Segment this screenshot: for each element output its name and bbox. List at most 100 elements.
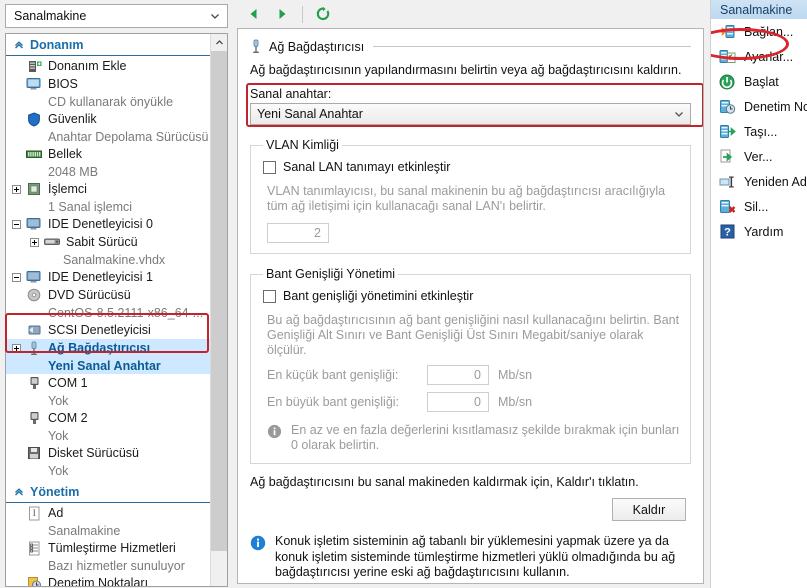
min-bandwidth-unit: Mb/sn bbox=[498, 368, 533, 382]
remove-button-row: Kaldır bbox=[250, 498, 691, 521]
vm-selector-combobox[interactable]: Sanalmakine bbox=[5, 4, 228, 28]
tree-item-label: Donanım Ekle bbox=[48, 59, 127, 73]
vlan-enable-checkbox[interactable] bbox=[263, 160, 276, 174]
tree-item-sublabel: Bazı hizmetler sunuluyor bbox=[48, 558, 185, 573]
vlan-group: VLAN Kimliği Sanal LAN tanımayı etkinleş… bbox=[250, 138, 691, 254]
expander-toggle[interactable] bbox=[28, 236, 41, 249]
max-bandwidth-row: En büyük bant genişliği: 0 Mb/sn bbox=[267, 392, 680, 412]
help-icon: ? bbox=[718, 223, 736, 240]
expander-toggle[interactable] bbox=[10, 271, 23, 284]
controller-icon bbox=[25, 269, 43, 285]
add-hardware-icon bbox=[25, 58, 43, 74]
com-port-icon bbox=[25, 410, 43, 426]
action-connect[interactable]: Bağlan... bbox=[711, 19, 807, 44]
tree-item-integration-services[interactable]: Tümleştirme Hizmetleri bbox=[6, 539, 213, 557]
start-icon bbox=[718, 73, 736, 90]
section-header-management[interactable]: Yönetim bbox=[6, 481, 213, 503]
legacy-adapter-note-text: Konuk işletim sisteminin ağ tabanlı bir … bbox=[275, 534, 676, 579]
min-bandwidth-input[interactable]: 0 bbox=[427, 365, 489, 385]
min-bandwidth-value: 0 bbox=[474, 368, 481, 382]
connect-icon bbox=[718, 23, 736, 40]
bandwidth-help-text: Bu ağ bağdaştırıcısının ağ bant genişliğ… bbox=[267, 313, 680, 357]
scrollbar-thumb[interactable] bbox=[211, 51, 227, 551]
vlan-enable-label: Sanal LAN tanımayı etkinleştir bbox=[283, 160, 451, 174]
scroll-up-button[interactable] bbox=[211, 34, 227, 51]
max-bandwidth-unit: Mb/sn bbox=[498, 395, 533, 409]
controller-icon bbox=[25, 216, 43, 232]
tree-item-add-hardware[interactable]: Donanım Ekle bbox=[6, 57, 213, 75]
tree-item-label: IDE Denetleyicisi 1 bbox=[48, 270, 153, 284]
settings-main-panel: Ağ Bağdaştırıcısı Ağ bağdaştırıcısının y… bbox=[233, 0, 710, 588]
vlan-id-input[interactable]: 2 bbox=[267, 223, 329, 243]
action-settings[interactable]: Ayarlar... bbox=[711, 44, 807, 69]
tree-item-label: IDE Denetleyicisi 0 bbox=[48, 217, 153, 231]
refresh-button[interactable] bbox=[310, 2, 336, 26]
action-label: Taşı... bbox=[744, 124, 778, 139]
action-export[interactable]: Ver... bbox=[711, 144, 807, 169]
tree-item-checkpoints[interactable]: Denetim Noktaları bbox=[6, 574, 213, 586]
bandwidth-enable-row[interactable]: Bant genişliği yönetimini etkinleştir bbox=[263, 289, 680, 303]
tree-item-network-adapter[interactable]: Ağ Bağdaştırıcısı bbox=[6, 339, 213, 357]
section-header-hardware[interactable]: Donanım bbox=[6, 34, 213, 56]
actions-panel-header: Sanalmakine bbox=[711, 0, 807, 19]
tree-item-label: COM 1 bbox=[48, 376, 88, 390]
tree-item-dvd-drive[interactable]: DVD Sürücüsü bbox=[6, 286, 213, 304]
component-tree-panel: Donanım Donanım Ekle BIOS CD kullanarak … bbox=[5, 33, 228, 587]
bios-icon bbox=[25, 76, 43, 92]
back-icon bbox=[247, 7, 261, 21]
vlan-id-value: 2 bbox=[314, 226, 321, 240]
expander-toggle[interactable] bbox=[10, 218, 23, 231]
settings-sidebar: Sanalmakine Donanım Donanım Ekle BIOS CD… bbox=[0, 0, 233, 588]
bandwidth-enable-checkbox[interactable] bbox=[263, 289, 276, 303]
forward-icon bbox=[275, 7, 289, 21]
action-checkpoint[interactable]: Denetim Nok bbox=[711, 94, 807, 119]
tree-item-label: Güvenlik bbox=[48, 112, 97, 126]
tree-item-com-2[interactable]: COM 2 bbox=[6, 409, 213, 427]
toolbar-separator bbox=[302, 5, 303, 23]
tree-item-sublabel: Sanalmakine bbox=[48, 523, 121, 538]
memory-icon bbox=[25, 146, 43, 162]
tree-item-memory[interactable]: Bellek bbox=[6, 145, 213, 163]
vlan-help-text: VLAN tanımlayıcısı, bu sanal makinenin b… bbox=[267, 184, 666, 213]
tree-item-scsi-controller[interactable]: SCSI Denetleyicisi bbox=[6, 321, 213, 339]
tree-item-security[interactable]: Güvenlik bbox=[6, 110, 213, 128]
max-bandwidth-input[interactable]: 0 bbox=[427, 392, 489, 412]
chevron-down-icon bbox=[207, 8, 223, 24]
forward-button[interactable] bbox=[269, 2, 295, 26]
sidebar-scrollbar[interactable] bbox=[210, 34, 227, 586]
virtual-switch-select[interactable]: Yeni Sanal Anahtar bbox=[250, 103, 691, 125]
action-start[interactable]: Başlat bbox=[711, 69, 807, 94]
component-tree: Donanım Donanım Ekle BIOS CD kullanarak … bbox=[6, 34, 213, 586]
network-adapter-icon bbox=[25, 340, 43, 356]
action-delete[interactable]: Sil... bbox=[711, 194, 807, 219]
vm-selector-value: Sanalmakine bbox=[14, 9, 87, 23]
back-button[interactable] bbox=[241, 2, 267, 26]
expander-toggle[interactable] bbox=[10, 342, 23, 355]
tree-item-bios[interactable]: BIOS bbox=[6, 75, 213, 93]
hyper-v-settings-window: Sanalmakine Donanım Donanım Ekle BIOS CD… bbox=[0, 0, 807, 588]
tree-item-floppy-drive[interactable]: Disket Sürücüsü bbox=[6, 444, 213, 462]
tree-item-network-adapter-block[interactable]: Ağ Bağdaştırıcısı Yeni Sanal Anahtar bbox=[6, 339, 213, 374]
tree-item-ide-controller-1[interactable]: IDE Denetleyicisi 1 bbox=[6, 268, 213, 286]
tree-item-hard-drive[interactable]: Sabit Sürücü bbox=[6, 233, 213, 251]
tree-item-processor[interactable]: İşlemci bbox=[6, 180, 213, 198]
vlan-enable-row[interactable]: Sanal LAN tanımayı etkinleştir bbox=[263, 160, 680, 174]
tree-item-ide-controller-0[interactable]: IDE Denetleyicisi 0 bbox=[6, 215, 213, 233]
bandwidth-group: Bant Genişliği Yönetimi Bant genişliği y… bbox=[250, 267, 691, 464]
tree-item-com-1[interactable]: COM 1 bbox=[6, 374, 213, 392]
actions-panel: Sanalmakine Bağlan... Ayarlar... Başlat … bbox=[710, 0, 807, 588]
action-move[interactable]: Taşı... bbox=[711, 119, 807, 144]
tree-item-name[interactable]: I Ad bbox=[6, 504, 213, 522]
expander-toggle[interactable] bbox=[10, 183, 23, 196]
refresh-icon bbox=[315, 6, 331, 22]
action-help[interactable]: ? Yardım bbox=[711, 219, 807, 244]
shield-icon bbox=[25, 111, 43, 127]
tree-item-sublabel: Yok bbox=[48, 463, 69, 478]
scsi-icon bbox=[25, 322, 43, 338]
export-icon bbox=[718, 148, 736, 165]
tree-item-label: Ağ Bağdaştırıcısı bbox=[48, 341, 151, 355]
tree-item-sublabel: Anahtar Depolama Sürücüsü d... bbox=[48, 129, 213, 144]
remove-button[interactable]: Kaldır bbox=[612, 498, 686, 521]
action-rename[interactable]: Yeniden Adla bbox=[711, 169, 807, 194]
remove-instruction: Ağ bağdaştırıcısını bu sanal makineden k… bbox=[250, 475, 639, 489]
